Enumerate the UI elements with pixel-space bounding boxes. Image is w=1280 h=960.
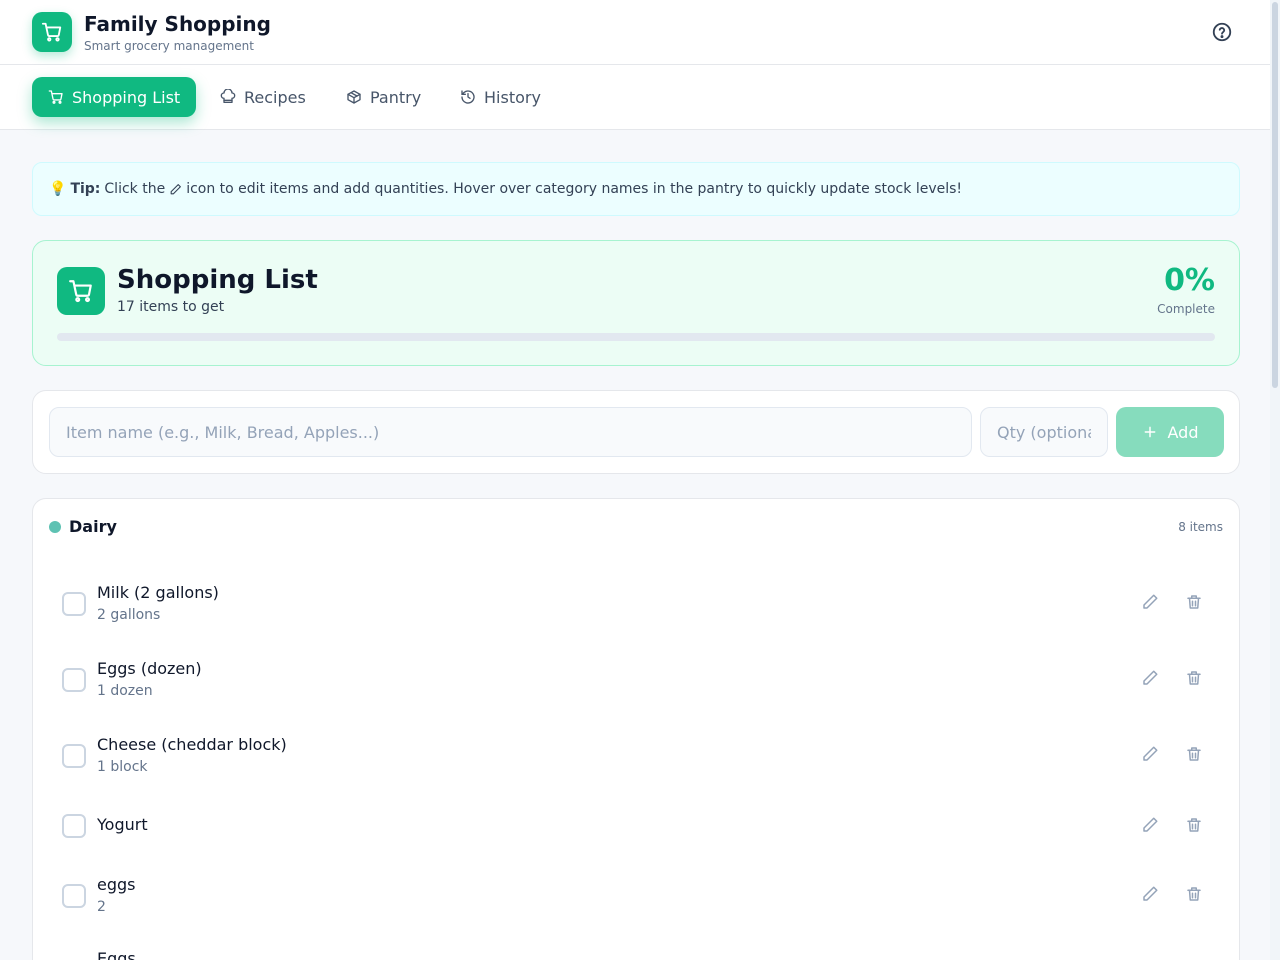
app-subtitle: Smart grocery management	[84, 39, 254, 53]
item-name: Yogurt	[97, 815, 148, 834]
chef-hat-icon	[220, 89, 236, 103]
edit-item-button[interactable]	[1141, 816, 1161, 836]
item-quantity: 1 dozen	[97, 683, 153, 699]
item-quantity: 2	[97, 899, 106, 915]
category-dairy: Dairy 8 items Milk (2 gallons) 2 gallons…	[32, 498, 1240, 960]
package-icon	[347, 90, 361, 104]
pencil-icon	[1143, 886, 1158, 901]
summary-title: Shopping List	[117, 265, 318, 295]
item-checkbox[interactable]	[62, 744, 86, 768]
cart-icon	[48, 90, 63, 104]
item-name: Eggs	[97, 949, 136, 960]
edit-item-button[interactable]	[1141, 745, 1161, 765]
item-quantity: 2 gallons	[97, 607, 161, 623]
trash-icon	[1187, 747, 1201, 761]
tip-text-after: icon to edit items and add quantities. H…	[186, 181, 963, 197]
item-checkbox[interactable]	[62, 884, 86, 908]
item-name-input[interactable]	[49, 407, 972, 457]
item-quantity: 1 block	[97, 759, 148, 775]
pencil-icon	[170, 183, 182, 194]
trash-icon	[1187, 887, 1201, 901]
category-item-count: 8 items	[1178, 520, 1223, 534]
help-button[interactable]	[1210, 20, 1234, 44]
trash-icon	[1187, 671, 1201, 685]
lightbulb-icon: 💡	[49, 181, 67, 197]
progress-label: Complete	[1157, 302, 1215, 316]
list-item: Eggs (dozen) 1 dozen	[33, 649, 1241, 709]
list-item: eggs 2	[33, 865, 1241, 925]
item-name: Cheese (cheddar block)	[97, 735, 287, 754]
tab-recipes[interactable]: Recipes	[204, 77, 322, 117]
tab-history[interactable]: History	[444, 77, 557, 117]
item-name: eggs	[97, 875, 136, 894]
item-checkbox[interactable]	[62, 592, 86, 616]
add-item-button[interactable]: Add	[1116, 407, 1224, 457]
delete-item-button[interactable]	[1185, 669, 1205, 689]
plus-icon	[1144, 426, 1155, 438]
tip-text-before: Click the	[104, 181, 166, 197]
add-item-form: Add	[32, 390, 1240, 474]
item-name: Milk (2 gallons)	[97, 583, 219, 602]
category-color-dot	[49, 521, 61, 533]
scrollbar-thumb[interactable]	[1272, 2, 1278, 388]
pencil-icon	[1143, 746, 1158, 761]
list-item: Cheese (cheddar block) 1 block	[33, 725, 1241, 785]
list-item: Milk (2 gallons) 2 gallons	[33, 573, 1241, 633]
item-checkbox[interactable]	[62, 814, 86, 838]
summary-item-count: 17 items to get	[117, 299, 225, 315]
app-title: Family Shopping	[84, 12, 271, 36]
shopping-summary-card: Shopping List 17 items to get 0% Complet…	[32, 240, 1240, 366]
delete-item-button[interactable]	[1185, 885, 1205, 905]
tab-shopping-list[interactable]: Shopping List	[32, 77, 197, 117]
help-icon	[1212, 22, 1232, 42]
list-item: Yogurt	[33, 801, 1241, 861]
edit-item-button[interactable]	[1141, 669, 1161, 689]
tab-label: History	[484, 87, 541, 107]
trash-icon	[1187, 595, 1201, 609]
cart-icon	[41, 22, 62, 42]
list-item: Eggs	[33, 941, 1241, 960]
trash-icon	[1187, 818, 1201, 832]
app-logo	[32, 12, 72, 52]
progress-bar	[57, 333, 1215, 341]
delete-item-button[interactable]	[1185, 816, 1205, 836]
main-nav: Shopping List Recipes Pantry History	[0, 65, 1270, 130]
tip-banner: 💡 Tip: Click the icon to edit items and …	[32, 162, 1240, 216]
pencil-icon	[1143, 817, 1158, 832]
pencil-icon	[1143, 594, 1158, 609]
tab-label: Pantry	[370, 87, 422, 107]
history-icon	[461, 90, 475, 104]
tip-label: Tip:	[70, 181, 101, 197]
category-name: Dairy	[69, 517, 117, 536]
item-checkbox[interactable]	[62, 668, 86, 692]
pencil-icon	[1143, 670, 1158, 685]
item-name: Eggs (dozen)	[97, 659, 202, 678]
delete-item-button[interactable]	[1185, 745, 1205, 765]
delete-item-button[interactable]	[1185, 593, 1205, 613]
page-scrollbar[interactable]	[1270, 0, 1280, 960]
summary-cart-badge	[57, 267, 105, 315]
cart-icon	[69, 280, 92, 303]
tab-pantry[interactable]: Pantry	[330, 77, 437, 117]
tab-label: Recipes	[244, 87, 306, 107]
add-button-label: Add	[1167, 422, 1199, 442]
progress-percent: 0%	[1164, 263, 1215, 298]
edit-item-button[interactable]	[1141, 593, 1161, 613]
edit-item-button[interactable]	[1141, 885, 1161, 905]
tab-label: Shopping List	[72, 87, 181, 107]
app-header: Family Shopping Smart grocery management	[0, 0, 1270, 65]
quantity-input[interactable]	[980, 407, 1108, 457]
